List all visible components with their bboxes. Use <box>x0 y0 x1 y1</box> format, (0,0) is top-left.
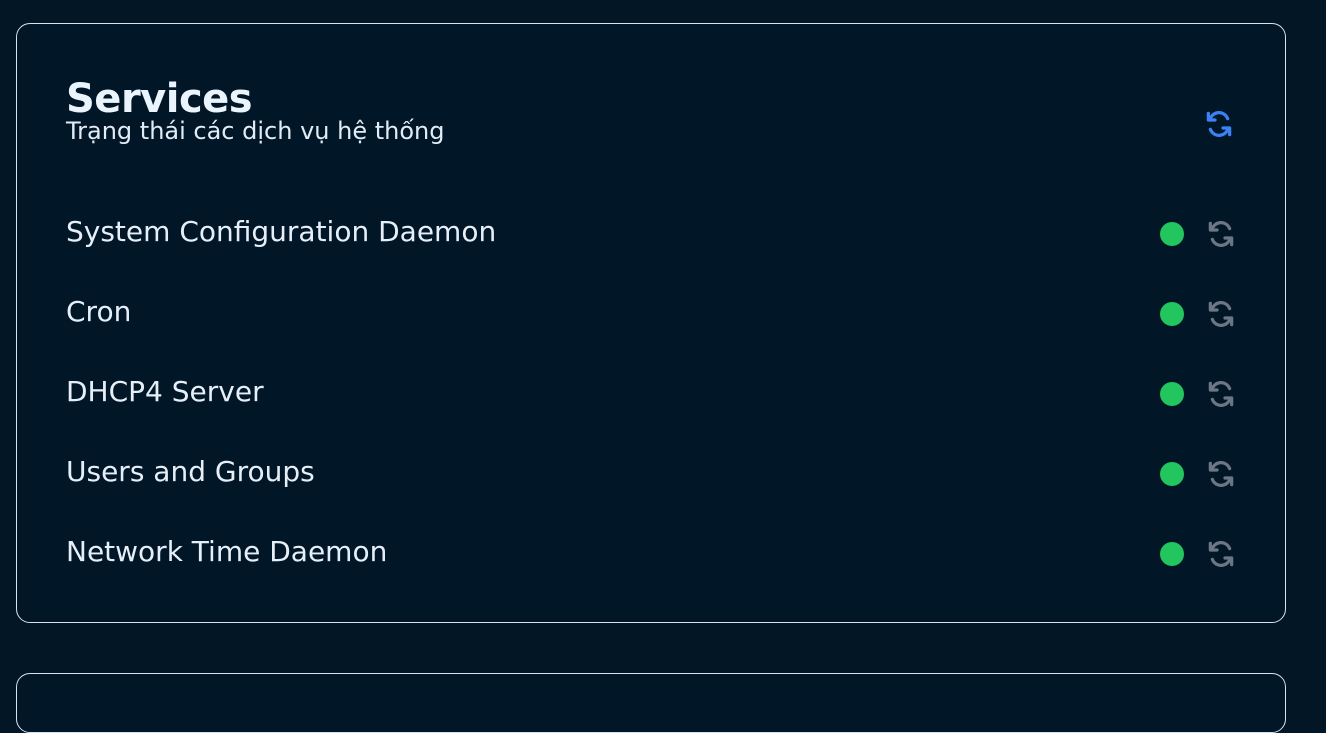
status-indicator <box>1160 302 1184 326</box>
services-card: Services Trạng thái các dịch vụ hệ thống… <box>16 23 1286 623</box>
service-row: Cron <box>66 276 1246 356</box>
service-name: Users and Groups <box>66 455 315 488</box>
service-row: Network Time Daemon <box>66 516 1246 596</box>
restart-service-button[interactable] <box>1205 378 1237 410</box>
restart-icon <box>1208 381 1234 407</box>
services-list: System Configuration Daemon Cron DHCP4 S… <box>66 196 1246 596</box>
status-indicator <box>1160 382 1184 406</box>
restart-service-button[interactable] <box>1205 298 1237 330</box>
service-name: Network Time Daemon <box>66 535 388 568</box>
service-row: Users and Groups <box>66 436 1246 516</box>
card-header: Services Trạng thái các dịch vụ hệ thống <box>66 76 444 146</box>
restart-icon <box>1208 461 1234 487</box>
restart-service-button[interactable] <box>1205 458 1237 490</box>
restart-icon <box>1208 301 1234 327</box>
service-name: System Configuration Daemon <box>66 215 497 248</box>
status-indicator <box>1160 542 1184 566</box>
next-card <box>16 673 1286 733</box>
status-indicator <box>1160 462 1184 486</box>
service-row: System Configuration Daemon <box>66 196 1246 276</box>
restart-icon <box>1208 541 1234 567</box>
restart-icon <box>1208 221 1234 247</box>
service-name: Cron <box>66 295 132 328</box>
card-subtitle: Trạng thái các dịch vụ hệ thống <box>66 117 445 145</box>
service-row: DHCP4 Server <box>66 356 1246 436</box>
refresh-services-button[interactable] <box>1203 108 1235 140</box>
restart-service-button[interactable] <box>1205 218 1237 250</box>
status-indicator <box>1160 222 1184 246</box>
refresh-icon <box>1206 111 1232 137</box>
service-name: DHCP4 Server <box>66 375 264 408</box>
restart-service-button[interactable] <box>1205 538 1237 570</box>
